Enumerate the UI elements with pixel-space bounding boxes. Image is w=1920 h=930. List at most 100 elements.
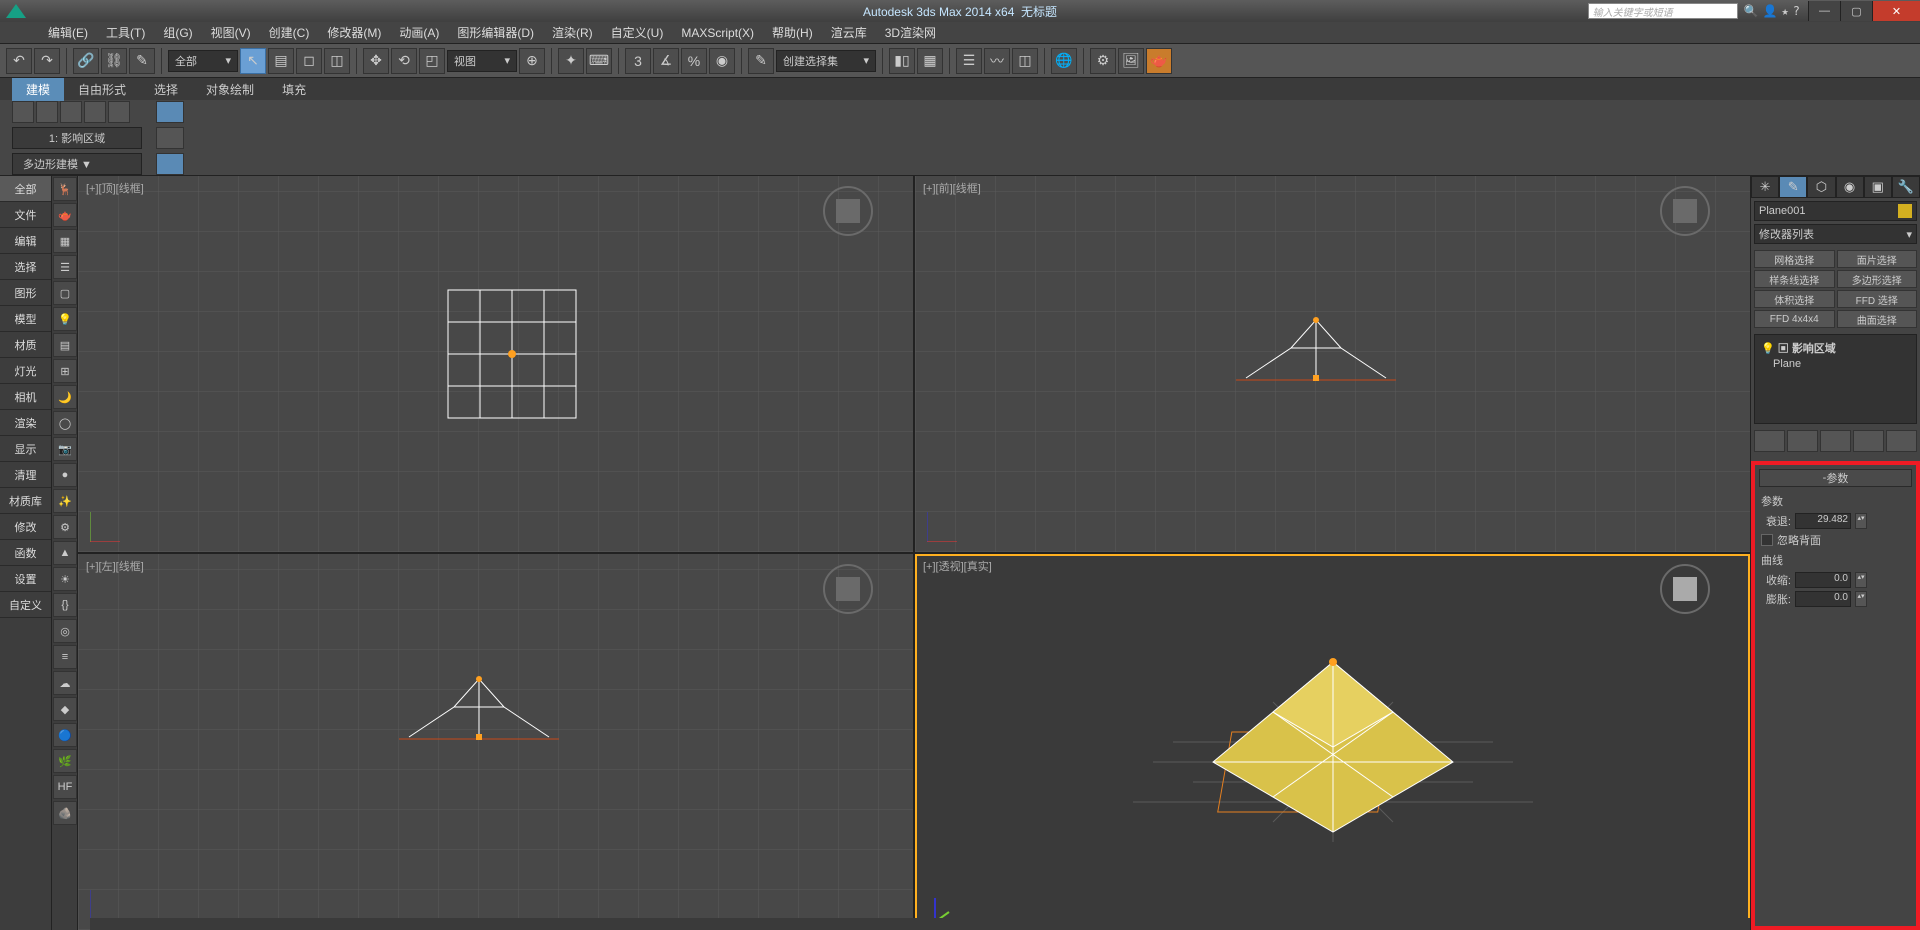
select-region-button[interactable]: ◻ xyxy=(296,48,322,74)
falloff-spinner[interactable]: 29.482 xyxy=(1795,513,1851,529)
object-name-field[interactable]: Plane001 xyxy=(1754,201,1917,221)
stack-pin[interactable] xyxy=(1754,430,1785,452)
selection-filter[interactable]: 全部▾ xyxy=(168,50,238,72)
select-button[interactable]: ↖ xyxy=(240,48,266,74)
rollout-header[interactable]: - 参数 xyxy=(1759,469,1912,487)
ribbon-tab-modeling[interactable]: 建模 xyxy=(12,78,64,101)
menu-rendernet[interactable]: 3D渲染网 xyxy=(877,21,944,44)
ref-coord-dropdown[interactable]: 视图▾ xyxy=(447,50,517,72)
sb-matlib[interactable]: 材质库 xyxy=(0,488,51,514)
ic-camera-icon[interactable]: 📷 xyxy=(53,437,77,461)
subobj-vertex[interactable] xyxy=(12,101,34,123)
ic-grid-icon[interactable]: ▦ xyxy=(53,229,77,253)
ic-code-icon[interactable]: {} xyxy=(53,593,77,617)
ic-torus-icon[interactable]: ◯ xyxy=(53,411,77,435)
sb-display[interactable]: 显示 xyxy=(0,436,51,462)
percent-snap[interactable]: % xyxy=(681,48,707,74)
sb-render[interactable]: 渲染 xyxy=(0,410,51,436)
unlink-button[interactable]: ⛓ xyxy=(101,48,127,74)
tab-hierarchy[interactable]: ⬡ xyxy=(1807,176,1835,198)
sel-patch[interactable]: 面片选择 xyxy=(1837,250,1918,268)
sel-mesh[interactable]: 网格选择 xyxy=(1754,250,1835,268)
sb-modify[interactable]: 修改 xyxy=(0,514,51,540)
ic-blue-icon[interactable]: 🔵 xyxy=(53,723,77,747)
tab-modify[interactable]: ✎ xyxy=(1779,176,1807,198)
ribbon-tab-populate[interactable]: 填充 xyxy=(268,78,320,101)
subobj-element[interactable] xyxy=(108,101,130,123)
ic-deer-icon[interactable]: 🦌 xyxy=(53,177,77,201)
stack-unique[interactable] xyxy=(1820,430,1851,452)
favorites-icon[interactable]: ★ xyxy=(1782,4,1789,18)
sel-ffd444[interactable]: FFD 4x4x4 xyxy=(1754,310,1835,328)
stack-show[interactable] xyxy=(1787,430,1818,452)
manipulate-button[interactable]: ✦ xyxy=(558,48,584,74)
sb-all[interactable]: 全部 xyxy=(0,176,51,202)
sb-file[interactable]: 文件 xyxy=(0,202,51,228)
menu-tools[interactable]: 工具(T) xyxy=(98,21,153,44)
tab-motion[interactable]: ◉ xyxy=(1836,176,1864,198)
sb-func[interactable]: 函数 xyxy=(0,540,51,566)
ignore-backfacing-checkbox[interactable] xyxy=(1761,534,1773,546)
pinch-spin-buttons[interactable]: ▴▾ xyxy=(1855,572,1867,588)
spinner-snap[interactable]: ◉ xyxy=(709,48,735,74)
ic-gear-icon[interactable]: ⚙ xyxy=(53,515,77,539)
ribbon-tool-a[interactable] xyxy=(156,101,184,123)
vp-label-left[interactable]: [+][左][线框] xyxy=(86,558,144,574)
pivot-button[interactable]: ⊕ xyxy=(519,48,545,74)
ic-lines-icon[interactable]: ≡ xyxy=(53,645,77,669)
sb-custom[interactable]: 自定义 xyxy=(0,592,51,618)
ic-layers-icon[interactable]: ☰ xyxy=(53,255,77,279)
menu-graph[interactable]: 图形编辑器(D) xyxy=(449,21,542,44)
sb-material[interactable]: 材质 xyxy=(0,332,51,358)
mirror-button[interactable]: ▮▯ xyxy=(889,48,915,74)
sel-vol[interactable]: 体积选择 xyxy=(1754,290,1835,308)
ic-hf-icon[interactable]: HF xyxy=(53,775,77,799)
subobj-poly[interactable] xyxy=(84,101,106,123)
viewcube-left[interactable] xyxy=(823,564,873,614)
ic-box-icon[interactable]: ▢ xyxy=(53,281,77,305)
viewport-left[interactable]: [+][左][线框] xyxy=(78,554,913,930)
viewcube-top[interactable] xyxy=(823,186,873,236)
sb-clean[interactable]: 清理 xyxy=(0,462,51,488)
viewcube-persp[interactable] xyxy=(1660,564,1710,614)
menu-edit[interactable]: 编辑(E) xyxy=(40,21,96,44)
ic-hedra-icon[interactable]: ◆ xyxy=(53,697,77,721)
sb-light[interactable]: 灯光 xyxy=(0,358,51,384)
subobj-edge[interactable] xyxy=(36,101,58,123)
sb-model[interactable]: 模型 xyxy=(0,306,51,332)
menu-maxscript[interactable]: MAXScript(X) xyxy=(673,23,762,43)
scale-button[interactable]: ◰ xyxy=(419,48,445,74)
align-button[interactable]: ▦ xyxy=(917,48,943,74)
layers-button[interactable]: ☰ xyxy=(956,48,982,74)
viewport-front[interactable]: [+][前][线框] xyxy=(915,176,1750,552)
curve-editor-button[interactable]: 〰 xyxy=(984,48,1010,74)
menu-group[interactable]: 组(G) xyxy=(155,21,200,44)
modifier-list-dropdown[interactable]: 修改器列表▾ xyxy=(1754,224,1917,244)
menu-render[interactable]: 渲染(R) xyxy=(544,21,601,44)
ic-cloud-icon[interactable]: ☁ xyxy=(53,671,77,695)
ribbon-tab-freeform[interactable]: 自由形式 xyxy=(64,78,140,101)
maximize-button[interactable]: ▢ xyxy=(1840,1,1872,21)
ic-teapot-icon[interactable]: 🫖 xyxy=(53,203,77,227)
pinch-spinner[interactable]: 0.0 xyxy=(1795,572,1851,588)
render-frame-button[interactable]: 🖼 xyxy=(1118,48,1144,74)
snap-toggle[interactable]: 3 xyxy=(625,48,651,74)
sel-ffd[interactable]: FFD 选择 xyxy=(1837,290,1918,308)
sb-shape[interactable]: 图形 xyxy=(0,280,51,306)
menu-cloud[interactable]: 渲云库 xyxy=(823,21,875,44)
help-icon[interactable]: ? xyxy=(1793,4,1800,18)
render-setup-button[interactable]: ⚙ xyxy=(1090,48,1116,74)
horizontal-scrollbar[interactable] xyxy=(90,918,1750,930)
object-color-swatch[interactable] xyxy=(1898,204,1912,218)
ic-window-icon[interactable]: ⊞ xyxy=(53,359,77,383)
bubble-spin-buttons[interactable]: ▴▾ xyxy=(1855,591,1867,607)
bubble-spinner[interactable]: 0.0 xyxy=(1795,591,1851,607)
stack-remove[interactable] xyxy=(1853,430,1884,452)
ic-grass-icon[interactable]: 🌿 xyxy=(53,749,77,773)
stack-plane[interactable]: Plane xyxy=(1759,357,1912,371)
window-crossing-button[interactable]: ◫ xyxy=(324,48,350,74)
sb-edit[interactable]: 编辑 xyxy=(0,228,51,254)
tab-display[interactable]: ▣ xyxy=(1864,176,1892,198)
bind-button[interactable]: ✎ xyxy=(129,48,155,74)
ic-tube-icon[interactable]: ◎ xyxy=(53,619,77,643)
